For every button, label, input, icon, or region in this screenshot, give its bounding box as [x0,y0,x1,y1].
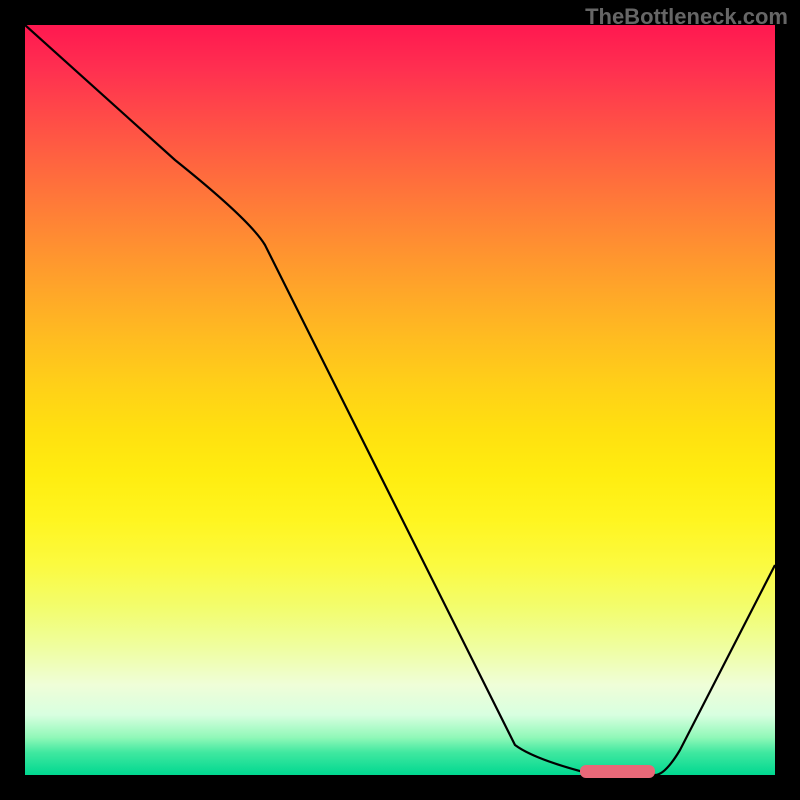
bottleneck-curve [25,25,775,775]
optimum-marker [580,765,655,778]
chart-plot-area [25,25,775,775]
watermark-text: TheBottleneck.com [585,4,788,30]
